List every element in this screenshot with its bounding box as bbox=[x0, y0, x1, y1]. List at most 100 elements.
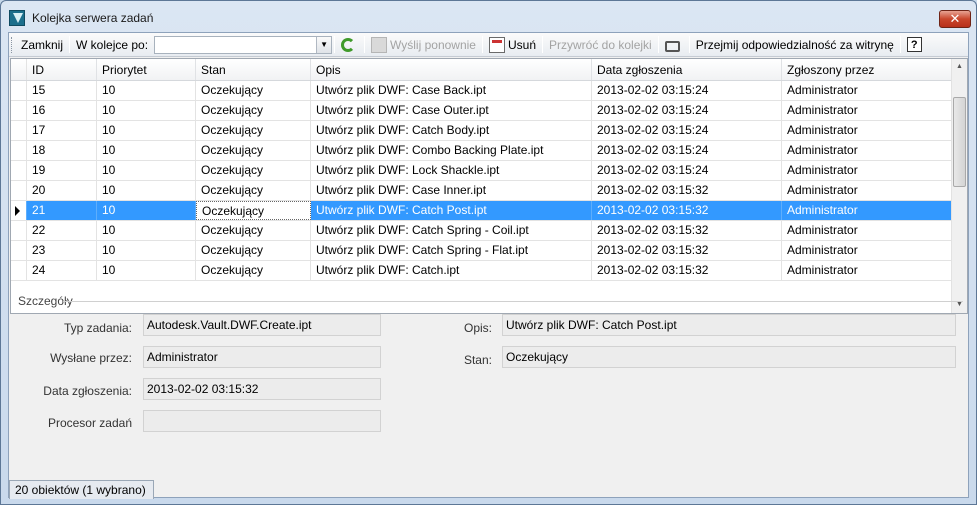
cell-priority[interactable]: 10 bbox=[97, 181, 196, 200]
cell-submit-date[interactable]: 2013-02-02 03:15:32 bbox=[592, 201, 782, 220]
description-field[interactable]: Utwórz plik DWF: Catch Post.ipt bbox=[502, 314, 956, 336]
cell-submit-date[interactable]: 2013-02-02 03:15:24 bbox=[592, 121, 782, 140]
column-header-state[interactable]: Stan bbox=[196, 59, 311, 80]
cell-description[interactable]: Utwórz plik DWF: Case Outer.ipt bbox=[311, 101, 592, 120]
cell-submit-date[interactable]: 2013-02-02 03:15:24 bbox=[592, 161, 782, 180]
cell-id[interactable]: 17 bbox=[27, 121, 97, 140]
sent-by-field[interactable]: Administrator bbox=[143, 346, 381, 368]
cell-id[interactable]: 16 bbox=[27, 101, 97, 120]
refresh-button[interactable] bbox=[337, 35, 362, 55]
cell-id[interactable]: 19 bbox=[27, 161, 97, 180]
row-header[interactable] bbox=[11, 121, 27, 140]
row-header[interactable] bbox=[11, 101, 27, 120]
scroll-down-icon[interactable]: ▼ bbox=[952, 297, 967, 313]
cell-state[interactable]: Oczekujący bbox=[196, 161, 311, 180]
table-row[interactable]: 21 10 Oczekujący Utwórz plik DWF: Catch Pos… bbox=[11, 201, 952, 221]
cell-submit-date[interactable]: 2013-02-02 03:15:32 bbox=[592, 181, 782, 200]
cell-priority[interactable]: 10 bbox=[97, 81, 196, 100]
table-row[interactable]: 17 10 Oczekujący Utwórz plik DWF: Catch Bod… bbox=[11, 121, 952, 141]
cell-submit-date[interactable]: 2013-02-02 03:15:32 bbox=[592, 241, 782, 260]
cell-submitted-by[interactable]: Administrator bbox=[782, 121, 952, 140]
close-button[interactable]: Zamknij bbox=[17, 35, 67, 55]
row-header[interactable] bbox=[11, 81, 27, 100]
cell-state[interactable]: Oczekujący bbox=[196, 181, 311, 200]
cell-submitted-by[interactable]: Administrator bbox=[782, 201, 952, 220]
column-header-id[interactable]: ID bbox=[27, 59, 97, 80]
table-row[interactable]: 24 10 Oczekujący Utwórz plik DWF: Catch.ipt… bbox=[11, 261, 952, 281]
column-header-priority[interactable]: Priorytet bbox=[97, 59, 196, 80]
table-row[interactable]: 20 10 Oczekujący Utwórz plik DWF: Case Inne… bbox=[11, 181, 952, 201]
row-header[interactable] bbox=[11, 261, 27, 280]
cell-description[interactable]: Utwórz plik DWF: Catch Spring - Coil.ipt bbox=[311, 221, 592, 240]
chevron-down-icon[interactable]: ▼ bbox=[316, 36, 332, 53]
cell-description[interactable]: Utwórz plik DWF: Case Back.ipt bbox=[311, 81, 592, 100]
cell-priority[interactable]: 10 bbox=[97, 161, 196, 180]
cell-submitted-by[interactable]: Administrator bbox=[782, 181, 952, 200]
cell-description[interactable]: Utwórz plik DWF: Catch Post.ipt bbox=[311, 201, 592, 220]
cell-submit-date[interactable]: 2013-02-02 03:15:32 bbox=[592, 221, 782, 240]
cell-priority[interactable]: 10 bbox=[97, 201, 196, 220]
cell-id[interactable]: 21 bbox=[27, 201, 97, 220]
table-row[interactable]: 22 10 Oczekujący Utwórz plik DWF: Catch Spr… bbox=[11, 221, 952, 241]
cell-submitted-by[interactable]: Administrator bbox=[782, 221, 952, 240]
column-header-submit-date[interactable]: Data zgłoszenia bbox=[592, 59, 782, 80]
resend-button[interactable]: Wyślij ponownie bbox=[367, 35, 480, 55]
cell-priority[interactable]: 10 bbox=[97, 141, 196, 160]
cell-submit-date[interactable]: 2013-02-02 03:15:24 bbox=[592, 81, 782, 100]
cell-priority[interactable]: 10 bbox=[97, 261, 196, 280]
close-window-button[interactable]: ✕ bbox=[939, 10, 971, 28]
table-row[interactable]: 16 10 Oczekujący Utwórz plik DWF: Case Oute… bbox=[11, 101, 952, 121]
row-header[interactable] bbox=[11, 201, 27, 220]
cell-state[interactable]: Oczekujący bbox=[196, 201, 311, 220]
cell-submitted-by[interactable]: Administrator bbox=[782, 141, 952, 160]
cell-description[interactable]: Utwórz plik DWF: Catch.ipt bbox=[311, 261, 592, 280]
cell-state[interactable]: Oczekujący bbox=[196, 121, 311, 140]
cell-state[interactable]: Oczekujący bbox=[196, 141, 311, 160]
title-bar[interactable]: Kolejka serwera zadań ✕ bbox=[1, 1, 976, 31]
table-row[interactable]: 15 10 Oczekujący Utwórz plik DWF: Case Back… bbox=[11, 81, 952, 101]
cell-submitted-by[interactable]: Administrator bbox=[782, 161, 952, 180]
cell-id[interactable]: 24 bbox=[27, 261, 97, 280]
toolbar-grip[interactable] bbox=[11, 36, 15, 53]
cell-submitted-by[interactable]: Administrator bbox=[782, 241, 952, 260]
column-header-description[interactable]: Opis bbox=[311, 59, 592, 80]
cell-priority[interactable]: 10 bbox=[97, 241, 196, 260]
cell-state[interactable]: Oczekujący bbox=[196, 261, 311, 280]
take-site-ownership-button[interactable]: Przejmij odpowiedzialność za witrynę bbox=[692, 35, 898, 55]
submit-date-field[interactable]: 2013-02-02 03:15:32 bbox=[143, 378, 381, 400]
table-row[interactable]: 23 10 Oczekujący Utwórz plik DWF: Catch Spr… bbox=[11, 241, 952, 261]
state-field[interactable]: Oczekujący bbox=[502, 346, 956, 368]
table-row[interactable]: 18 10 Oczekujący Utwórz plik DWF: Combo Bac… bbox=[11, 141, 952, 161]
cell-id[interactable]: 15 bbox=[27, 81, 97, 100]
cell-priority[interactable]: 10 bbox=[97, 121, 196, 140]
row-header[interactable] bbox=[11, 221, 27, 240]
row-header[interactable] bbox=[11, 241, 27, 260]
cell-description[interactable]: Utwórz plik DWF: Catch Body.ipt bbox=[311, 121, 592, 140]
vertical-scrollbar[interactable]: ▲ ▼ bbox=[951, 59, 967, 313]
cell-state[interactable]: Oczekujący bbox=[196, 101, 311, 120]
table-row[interactable]: 19 10 Oczekujący Utwórz plik DWF: Lock Shac… bbox=[11, 161, 952, 181]
cell-description[interactable]: Utwórz plik DWF: Combo Backing Plate.ipt bbox=[311, 141, 592, 160]
row-header[interactable] bbox=[11, 181, 27, 200]
restore-to-queue-button[interactable]: Przywróć do kolejki bbox=[545, 35, 656, 55]
cell-description[interactable]: Utwórz plik DWF: Catch Spring - Flat.ipt bbox=[311, 241, 592, 260]
row-header[interactable] bbox=[11, 161, 27, 180]
scroll-up-icon[interactable]: ▲ bbox=[952, 59, 967, 75]
cell-priority[interactable]: 10 bbox=[97, 221, 196, 240]
row-header[interactable] bbox=[11, 141, 27, 160]
cell-submit-date[interactable]: 2013-02-02 03:15:24 bbox=[592, 101, 782, 120]
processor-field[interactable] bbox=[143, 410, 381, 432]
cell-submitted-by[interactable]: Administrator bbox=[782, 101, 952, 120]
cell-state[interactable]: Oczekujący bbox=[196, 241, 311, 260]
job-type-field[interactable]: Autodesk.Vault.DWF.Create.ipt bbox=[143, 314, 381, 336]
cell-priority[interactable]: 10 bbox=[97, 101, 196, 120]
cell-state[interactable]: Oczekujący bbox=[196, 81, 311, 100]
cell-submitted-by[interactable]: Administrator bbox=[782, 261, 952, 280]
print-button[interactable] bbox=[661, 35, 687, 55]
cell-id[interactable]: 18 bbox=[27, 141, 97, 160]
queue-by-combo[interactable]: ▼ bbox=[154, 35, 333, 54]
cell-state[interactable]: Oczekujący bbox=[196, 221, 311, 240]
cell-description[interactable]: Utwórz plik DWF: Lock Shackle.ipt bbox=[311, 161, 592, 180]
column-header-submitted-by[interactable]: Zgłoszony przez bbox=[782, 59, 952, 80]
cell-id[interactable]: 20 bbox=[27, 181, 97, 200]
